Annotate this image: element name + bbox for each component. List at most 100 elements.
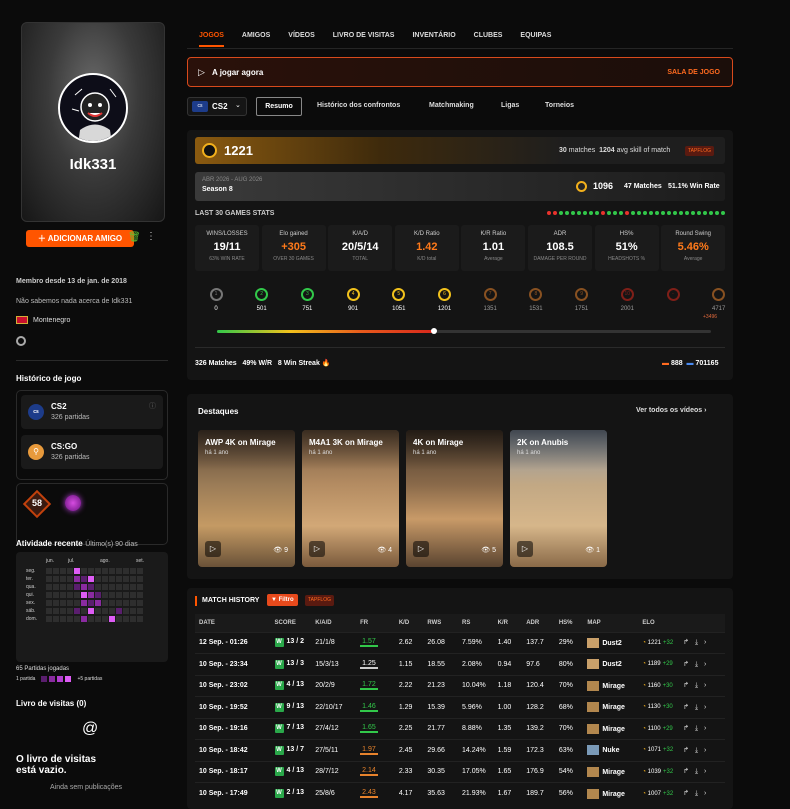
tab-clubs[interactable]: CLUBES (474, 32, 503, 39)
highlight-video[interactable]: 4K on Mirage há 1 ano ▷ 👁 5 (406, 430, 503, 567)
table-row[interactable]: 12 Sep. - 01:26 W 13 / 2 21/1/8 1.57 2.62 26.0… (195, 631, 725, 654)
more-icon[interactable]: ⋮ (146, 231, 156, 242)
chevron-right-icon[interactable]: › (704, 639, 706, 646)
table-row[interactable]: 10 Sep. - 17:49 W 2 / 13 25/8/6 2.43 4.17 35.6… (195, 782, 725, 804)
table-row[interactable]: 10 Sep. - 23:02 W 4 / 13 20/2/9 1.72 2.22 21.2… (195, 674, 725, 697)
game-select[interactable]: cs CS2 ⌄ (187, 97, 247, 116)
chevron-right-icon[interactable]: › (704, 790, 706, 797)
elo-change: +32 (663, 790, 674, 797)
score-value: 13 / 7 (286, 745, 305, 753)
heatmap-cell (53, 576, 59, 582)
share-icon[interactable]: ↱ (683, 682, 691, 689)
chevron-right-icon[interactable]: › (704, 768, 706, 775)
chevron-right-icon[interactable]: › (704, 682, 706, 689)
subtab-tournaments[interactable]: Torneios (545, 102, 574, 109)
tag-badge: TAPFLOG (685, 146, 714, 156)
result-dot (643, 211, 647, 215)
tab-jogos[interactable]: JOGOS (199, 32, 224, 47)
add-friend-button[interactable]: ＋ ADICIONAR AMIGO (26, 230, 134, 247)
play-icon[interactable]: ▷ (205, 541, 221, 557)
column-header[interactable]: FR (360, 614, 399, 632)
heatmap-day-label: sex. (26, 600, 36, 606)
now-playing-banner[interactable]: ▷ A jogar agora SALA DE JOGO (187, 57, 733, 87)
subtab-resumo[interactable]: Resumo (256, 97, 302, 116)
tab-videos[interactable]: VÍDEOS (288, 32, 314, 39)
play-icon[interactable]: ▷ (517, 541, 533, 557)
tab-inventory[interactable]: INVENTÁRIO (412, 32, 455, 39)
share-icon[interactable]: ↱ (683, 704, 691, 711)
download-icon[interactable]: ⤓ (695, 725, 700, 732)
table-row[interactable]: 10 Sep. - 23:34 W 13 / 3 15/3/13 1.25 1.15 18.… (195, 653, 725, 675)
table-row[interactable]: 10 Sep. - 19:52 W 9 / 13 22/10/17 1.46 1.29 15… (195, 696, 725, 718)
tab-amigos[interactable]: AMIGOS (242, 32, 270, 39)
game-room-link[interactable]: SALA DE JOGO (667, 69, 720, 76)
column-header[interactable]: RS (462, 614, 498, 632)
heatmap-cell (130, 608, 136, 614)
chevron-right-icon[interactable]: › (704, 661, 706, 668)
column-header[interactable]: K/D (398, 614, 428, 632)
elo-summary: 30 matches 1204 avg skill of match (559, 147, 670, 154)
cell-stat: 54% (558, 760, 588, 783)
heatmap-cell (67, 592, 73, 598)
subtab-matchmaking[interactable]: Matchmaking (429, 102, 474, 109)
download-icon[interactable]: ⤓ (695, 704, 700, 711)
cell-map: Nuke (587, 739, 643, 761)
trash-icon[interactable]: 🗑 (128, 232, 141, 243)
column-header[interactable]: K/A/D (315, 614, 361, 632)
download-icon[interactable]: ⤓ (695, 768, 700, 775)
table-row[interactable]: 10 Sep. - 18:17 W 4 / 13 28/7/12 2.14 2.33 30.… (195, 760, 725, 783)
column-header[interactable]: DATE (195, 614, 275, 632)
views: 👁 4 (377, 546, 392, 554)
column-header[interactable]: K/R (497, 614, 527, 632)
chevron-right-icon[interactable]: › (704, 704, 706, 711)
subtab-leagues[interactable]: Ligas (501, 102, 519, 109)
cell-elo: ◔ 1071 +32 (642, 739, 684, 761)
fire-icon: 🔥 (321, 360, 331, 367)
filter-button[interactable]: ▼ Filtro (267, 594, 298, 606)
table-row[interactable]: 10 Sep. - 18:42 W 13 / 7 27/5/11 1.97 2.45 29.… (195, 739, 725, 761)
highlight-video[interactable]: 2K on Anubis há 1 ano ▷ 👁 1 (510, 430, 607, 567)
table-row[interactable]: 10 Sep. - 19:16 W 7 / 13 27/4/12 1.65 2.25 21.… (195, 717, 725, 740)
subtab-history[interactable]: Histórico dos confrontos (317, 102, 400, 109)
share-icon[interactable]: ↱ (683, 725, 691, 732)
map-thumb-icon (587, 680, 600, 691)
tab-teams[interactable]: EQUIPAS (520, 32, 551, 39)
share-icon[interactable]: ↱ (683, 747, 691, 754)
level-icon (712, 288, 726, 301)
play-icon[interactable]: ▷ (309, 541, 325, 557)
share-icon[interactable]: ↱ (683, 639, 691, 646)
chevron-right-icon[interactable]: › (704, 747, 706, 754)
column-header[interactable]: MAP (587, 614, 643, 632)
share-icon[interactable]: ↱ (683, 790, 691, 797)
map-name: Dust2 (602, 639, 622, 647)
highlight-video[interactable]: M4A1 3K on Mirage há 1 ano ▷ 👁 4 (302, 430, 399, 567)
footer-stats: 326 Matches 49% W/R 8 Win Streak 🔥 (195, 359, 331, 367)
download-icon[interactable]: ⤓ (695, 639, 700, 646)
info-icon[interactable]: ⓘ (149, 401, 156, 411)
level-threshold: 1201 (437, 306, 452, 312)
share-icon[interactable]: ↱ (683, 661, 691, 668)
view-all-videos-link[interactable]: Ver todos os vídeos › (636, 407, 706, 414)
column-header[interactable]: HS% (558, 614, 588, 632)
game-item-csgo[interactable]: ⚲ CS:GO 326 partidas (21, 435, 163, 469)
highlight-video[interactable]: AWP 4K on Mirage há 1 ano ▷ 👁 9 (198, 430, 295, 567)
column-header[interactable]: RWS (427, 614, 462, 632)
game-item-cs2[interactable]: cs CS2 326 partidas ⓘ (21, 395, 163, 429)
chevron-right-icon[interactable]: › (704, 725, 706, 732)
level-icon: 10 (620, 288, 634, 301)
download-icon[interactable]: ⤓ (695, 747, 700, 754)
tab-guestbook[interactable]: LIVRO DE VISITAS (333, 32, 395, 39)
play-icon[interactable]: ▷ (413, 541, 429, 557)
column-header[interactable]: ELO (642, 614, 684, 632)
column-header[interactable]: SCORE (274, 614, 316, 632)
share-icon[interactable]: ↱ (683, 768, 691, 775)
video-age: há 1 ano (309, 450, 333, 456)
download-icon[interactable]: ⤓ (695, 661, 700, 668)
stat-box: K/R Ratio 1.01 Average (461, 225, 526, 271)
download-icon[interactable]: ⤓ (695, 790, 700, 797)
download-icon[interactable]: ⤓ (695, 682, 700, 689)
column-header[interactable]: ADR (526, 614, 559, 632)
avatar[interactable] (58, 73, 128, 143)
steam-icon[interactable] (16, 336, 26, 346)
game-name: CS:GO (51, 442, 78, 451)
